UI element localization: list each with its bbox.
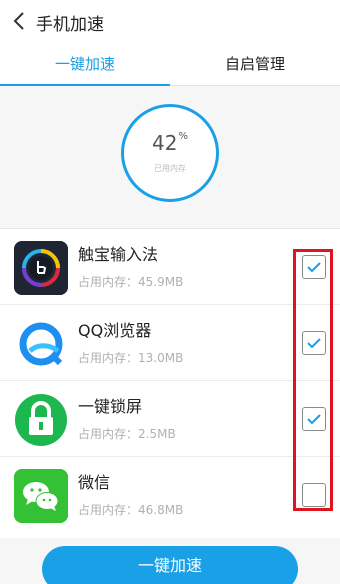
memory-gauge-area: 42% 已用内存 (0, 86, 340, 228)
one-key-boost-button[interactable]: 一键加速 (42, 546, 298, 584)
checkbox-highlight-box (293, 249, 333, 511)
app-memory: 占用内存：13.0MB (78, 351, 184, 365)
touchpal-keyboard-icon (14, 241, 68, 295)
list-item[interactable]: 微信 占用内存：46.8MB (0, 457, 340, 533)
memory-percent-value: 42 (152, 131, 178, 155)
tab-autostart-manage[interactable]: 自启管理 (170, 42, 340, 86)
app-name: QQ浏览器 (78, 321, 152, 340)
chevron-left-icon (13, 12, 24, 30)
app-memory: 占用内存：2.5MB (78, 427, 176, 441)
bottom-bar: 一键加速 (0, 538, 340, 584)
memory-gauge: 42% 已用内存 (121, 104, 219, 202)
page-title: 手机加速 (36, 15, 104, 35)
lock-screen-app-icon (14, 393, 68, 447)
app-name: 微信 (78, 473, 111, 492)
qq-browser-icon (14, 317, 68, 371)
wechat-icon (14, 469, 68, 523)
tab-bar: 一键加速 自启管理 (0, 42, 340, 86)
back-button[interactable] (8, 9, 32, 33)
memory-percent: 42% (124, 131, 216, 155)
list-item[interactable]: QQ浏览器 占用内存：13.0MB (0, 305, 340, 381)
app-name: 一键锁屏 (78, 397, 143, 416)
tab-one-key-boost[interactable]: 一键加速 (0, 42, 170, 86)
list-item[interactable]: 一键锁屏 占用内存：2.5MB (0, 381, 340, 457)
app-name: 触宝输入法 (78, 245, 159, 264)
memory-gauge-label: 已用内存 (154, 164, 186, 173)
memory-percent-unit: % (178, 131, 188, 142)
app-memory: 占用内存：46.8MB (78, 503, 184, 517)
list-item[interactable]: 触宝输入法 占用内存：45.9MB (0, 229, 340, 305)
app-header: 手机加速 (0, 0, 340, 42)
app-list: 触宝输入法 占用内存：45.9MB QQ浏览器 占用内存：13.0MB 一键锁屏… (0, 228, 340, 538)
app-memory: 占用内存：45.9MB (78, 275, 184, 289)
